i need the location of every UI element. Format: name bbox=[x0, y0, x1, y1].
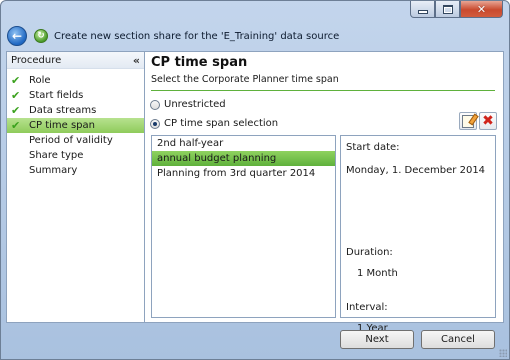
dialog-footer: Next Cancel bbox=[1, 325, 509, 359]
start-date-label: Start date: bbox=[346, 142, 400, 153]
back-button[interactable]: ← bbox=[7, 26, 27, 46]
content-area: Procedure « ✔ Role ✔ Start fields ✔ Data… bbox=[6, 51, 504, 334]
list-item[interactable]: Planning from 3rd quarter 2014 bbox=[152, 166, 335, 181]
window-caption-buttons: ✕ bbox=[410, 1, 503, 18]
duration-value: 1 Month bbox=[357, 268, 398, 279]
sidebar-item-summary[interactable]: Summary bbox=[7, 163, 144, 178]
sidebar-item-label: Data streams bbox=[29, 105, 97, 116]
sidebar-header: Procedure « bbox=[7, 52, 144, 69]
sidebar-item-label: Start fields bbox=[29, 90, 84, 101]
app-icon: ↻ bbox=[34, 29, 48, 43]
procedure-sidebar: Procedure « ✔ Role ✔ Start fields ✔ Data… bbox=[7, 52, 145, 322]
edit-icon bbox=[462, 114, 474, 128]
collapse-chevron-icon[interactable]: « bbox=[133, 54, 140, 67]
sidebar-item-share-type[interactable]: Share type bbox=[7, 148, 144, 163]
radio-button[interactable] bbox=[150, 118, 160, 129]
sidebar-item-role[interactable]: ✔ Role bbox=[7, 73, 144, 88]
sidebar-item-data-streams[interactable]: ✔ Data streams bbox=[7, 103, 144, 118]
wizard-header: ← ↻ Create new section share for the 'E_… bbox=[7, 25, 503, 47]
window-title: Create new section share for the 'E_Trai… bbox=[54, 30, 340, 42]
checkmark-icon: ✔ bbox=[11, 119, 21, 132]
maximize-button[interactable] bbox=[435, 1, 460, 18]
time-span-details: Start date: Monday, 1. December 2014 Dur… bbox=[340, 135, 496, 334]
edit-button[interactable] bbox=[459, 112, 477, 130]
sidebar-item-label: Period of validity bbox=[29, 135, 113, 146]
delete-button[interactable]: ✖ bbox=[479, 112, 497, 130]
page-subtitle: Select the Corporate Planner time span bbox=[151, 74, 339, 85]
close-icon: ✕ bbox=[476, 2, 487, 16]
page-title: CP time span bbox=[151, 55, 248, 70]
minimize-icon bbox=[417, 9, 428, 14]
sidebar-item-label: Summary bbox=[29, 165, 78, 176]
back-arrow-icon: ← bbox=[11, 28, 23, 43]
cancel-button[interactable]: Cancel bbox=[421, 330, 495, 349]
option-cp-time-span-selection[interactable]: CP time span selection bbox=[150, 118, 278, 129]
sidebar-item-cp-time-span[interactable]: ✔ CP time span bbox=[7, 118, 144, 133]
checkmark-icon: ✔ bbox=[11, 74, 21, 87]
checkmark-icon: ✔ bbox=[11, 104, 21, 117]
sidebar-item-start-fields[interactable]: ✔ Start fields bbox=[7, 88, 144, 103]
duration-label: Duration: bbox=[346, 247, 393, 258]
resize-grip[interactable] bbox=[499, 349, 507, 357]
maximize-icon bbox=[442, 4, 453, 14]
sidebar-item-period-of-validity[interactable]: Period of validity bbox=[7, 133, 144, 148]
sidebar-item-label: Share type bbox=[29, 150, 84, 161]
minimize-button[interactable] bbox=[410, 1, 435, 18]
list-item[interactable]: annual budget planning bbox=[152, 151, 335, 166]
main-panel: CP time span Select the Corporate Planne… bbox=[145, 52, 503, 334]
start-date-value: Monday, 1. December 2014 bbox=[346, 165, 486, 176]
interval-label: Interval: bbox=[346, 302, 388, 313]
radio-button[interactable] bbox=[150, 99, 160, 110]
dialog-window: ✕ ← ↻ Create new section share for the '… bbox=[0, 0, 510, 360]
sidebar-item-label: CP time span bbox=[29, 120, 95, 131]
sidebar-item-label: Role bbox=[29, 75, 51, 86]
time-span-list[interactable]: 2nd half-year annual budget planning Pla… bbox=[151, 135, 336, 318]
sidebar-title: Procedure bbox=[11, 54, 62, 66]
radio-label: Unrestricted bbox=[164, 99, 226, 110]
delete-icon: ✖ bbox=[482, 113, 494, 129]
step-list: ✔ Role ✔ Start fields ✔ Data streams ✔ C… bbox=[7, 73, 144, 178]
next-button[interactable]: Next bbox=[340, 330, 414, 349]
list-item[interactable]: 2nd half-year bbox=[152, 136, 335, 151]
title-divider bbox=[151, 90, 495, 91]
option-unrestricted[interactable]: Unrestricted bbox=[150, 99, 226, 110]
close-button[interactable]: ✕ bbox=[460, 1, 503, 18]
checkmark-icon: ✔ bbox=[11, 89, 21, 102]
radio-label: CP time span selection bbox=[164, 118, 279, 129]
